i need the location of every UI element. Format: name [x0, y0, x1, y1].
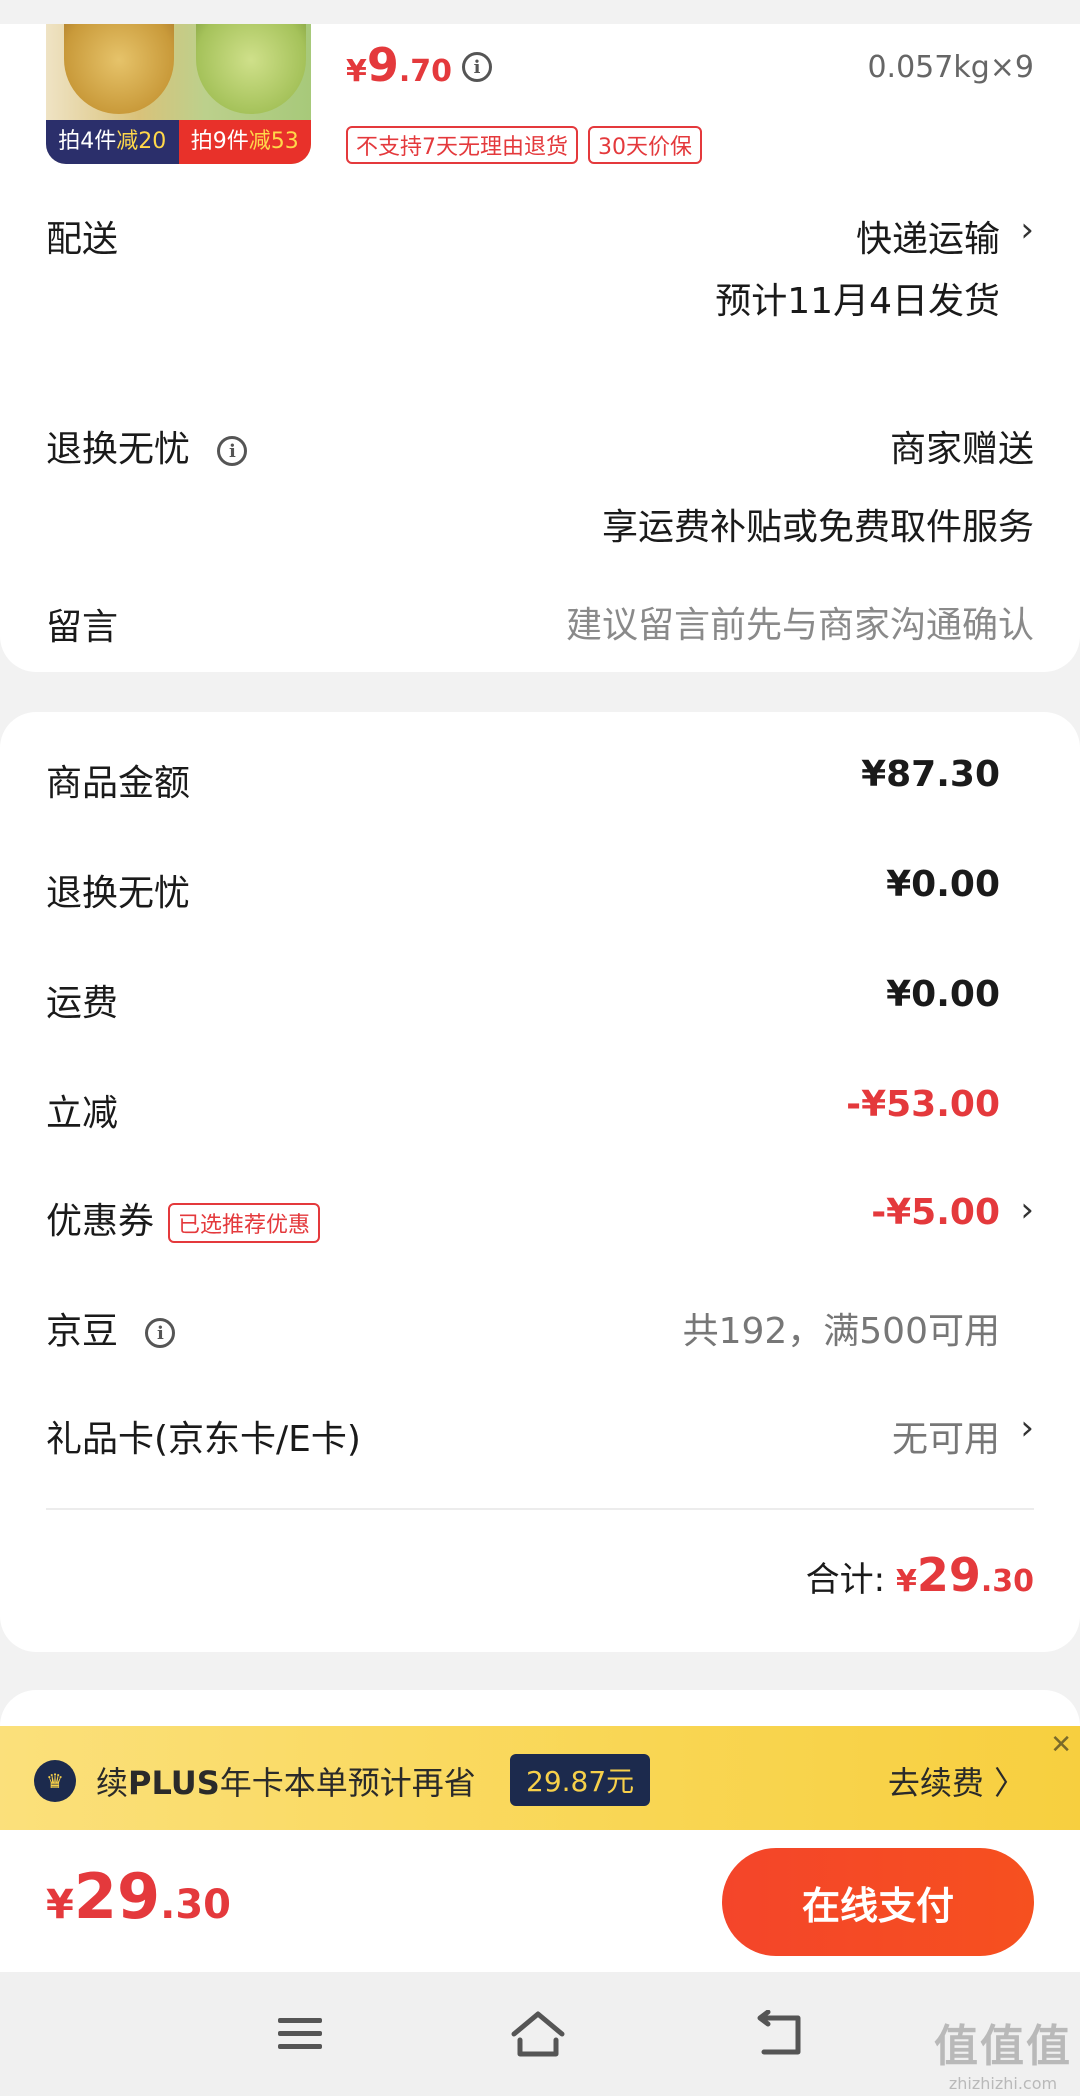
- price-summary-card: [0, 712, 1080, 1652]
- plus-save-amount: 29.87元: [510, 1754, 651, 1806]
- message-input[interactable]: 建议留言前先与商家沟通确认: [566, 596, 1034, 648]
- total-dec: .30: [980, 1564, 1034, 1599]
- promo-left-highlight: 减20: [116, 129, 167, 154]
- return-service-value: 商家赠送: [889, 429, 1034, 470]
- promo-left: 拍4件减20: [46, 120, 179, 164]
- product-thumbnail[interactable]: 拍4件减20 拍9件减53: [46, 24, 311, 164]
- price-dec: .70: [398, 54, 453, 89]
- coupon-tag: 已选推荐优惠: [168, 1203, 321, 1243]
- checkout-int: 29: [73, 1860, 161, 1933]
- return-service-label: 退换无忧 i: [46, 420, 248, 472]
- return-service-label-text: 退换无忧: [46, 429, 191, 470]
- close-icon[interactable]: ✕: [1050, 1730, 1072, 1760]
- product-image-right: [196, 24, 306, 114]
- giftcard-label: 礼品卡(京东卡/E卡): [46, 1419, 361, 1460]
- return-fee-label: 退换无忧: [46, 873, 191, 914]
- delivery-eta: 预计11月4日发货: [715, 281, 1000, 322]
- total-currency: ¥: [895, 1564, 917, 1599]
- plus-crown-icon: ♛: [34, 1760, 76, 1802]
- back-icon[interactable]: [750, 2004, 810, 2064]
- message-label: 留言: [46, 607, 119, 648]
- beans-label: 京豆: [46, 1311, 119, 1352]
- watermark-logo: 值值值: [934, 2021, 1072, 2072]
- plus-text-prefix: 续: [96, 1764, 129, 1802]
- price-currency: ¥: [346, 54, 367, 89]
- checkout-bar: ¥29.30 在线支付: [0, 1830, 1080, 1972]
- product-image-left: [64, 24, 174, 114]
- watermark-site: zhizhizhi.com: [948, 2074, 1058, 2093]
- promo-right: 拍9件减53: [178, 120, 311, 164]
- plus-text-bold: PLUS: [128, 1764, 220, 1802]
- home-icon[interactable]: [508, 2004, 568, 2064]
- checkout-dec: .30: [160, 1882, 231, 1928]
- return-service-desc: 享运费补贴或免费取件服务: [601, 507, 1034, 548]
- plus-banner-text: 续PLUS年卡本单预计再省: [96, 1758, 476, 1804]
- checkout-currency: ¥: [46, 1882, 74, 1928]
- shipping-value: ¥0.00: [886, 974, 1000, 1015]
- beans-info-icon[interactable]: i: [145, 1318, 176, 1348]
- tag-no-return: 不支持7天无理由退货: [346, 126, 578, 164]
- return-fee-value: ¥0.00: [886, 864, 1000, 905]
- plus-text-suffix: 年卡本单预计再省: [219, 1764, 476, 1802]
- return-info-icon[interactable]: i: [217, 436, 248, 466]
- plus-renew-link[interactable]: 去续费 〉: [888, 1758, 1026, 1804]
- discount-value: -¥53.00: [846, 1084, 1000, 1125]
- coupon-value[interactable]: -¥5.00: [871, 1192, 1000, 1233]
- site-watermark: 值值值 zhizhizhi.com: [934, 2010, 1072, 2093]
- product-weight: 0.057kg×9: [867, 50, 1034, 85]
- price-info-icon[interactable]: i: [462, 52, 492, 82]
- beans-value: 共192，满500可用: [682, 1311, 1000, 1352]
- menu-icon[interactable]: [270, 2004, 330, 2064]
- plus-renew-banner[interactable]: ♛ 续PLUS年卡本单预计再省 29.87元 去续费 〉 ✕: [0, 1726, 1080, 1830]
- total-label: 合计:: [805, 1560, 886, 1600]
- coupon-row[interactable]: 优惠券 已选推荐优惠: [46, 1192, 321, 1244]
- goods-amount-label: 商品金额: [46, 763, 191, 804]
- promo-right-highlight: 减53: [248, 129, 299, 154]
- pay-online-button[interactable]: 在线支付: [722, 1848, 1034, 1956]
- goods-amount-value: ¥87.30: [861, 754, 1000, 795]
- giftcard-chevron-icon[interactable]: ›: [1020, 1408, 1034, 1448]
- delivery-chevron-icon[interactable]: ›: [1020, 210, 1034, 250]
- delivery-method[interactable]: 快递运输: [856, 210, 1000, 262]
- product-price: ¥9.70: [346, 38, 452, 92]
- total-amount: ¥29.30: [895, 1548, 1034, 1602]
- checkout-price: ¥29.30: [46, 1860, 231, 1933]
- coupon-label: 优惠券: [46, 1201, 155, 1242]
- price-int: 9: [366, 38, 399, 92]
- product-tags: 不支持7天无理由退货 30天价保: [346, 126, 702, 164]
- promo-left-prefix: 拍4件: [58, 129, 117, 154]
- order-total: 合计: ¥29.30: [806, 1548, 1034, 1602]
- giftcard-value[interactable]: 无可用: [892, 1410, 1000, 1462]
- promo-strip: 拍4件减20 拍9件减53: [46, 120, 311, 164]
- total-int: 29: [916, 1548, 981, 1602]
- tag-price-protect[interactable]: 30天价保: [588, 126, 702, 164]
- delivery-label: 配送: [46, 219, 119, 260]
- system-nav-bar: [0, 1972, 1080, 2096]
- summary-divider: [46, 1508, 1034, 1510]
- discount-label: 立减: [46, 1093, 119, 1134]
- shipping-label: 运费: [46, 983, 119, 1024]
- promo-right-prefix: 拍9件: [190, 129, 249, 154]
- beans-label-row: 京豆 i: [46, 1302, 176, 1354]
- coupon-chevron-icon[interactable]: ›: [1020, 1190, 1034, 1230]
